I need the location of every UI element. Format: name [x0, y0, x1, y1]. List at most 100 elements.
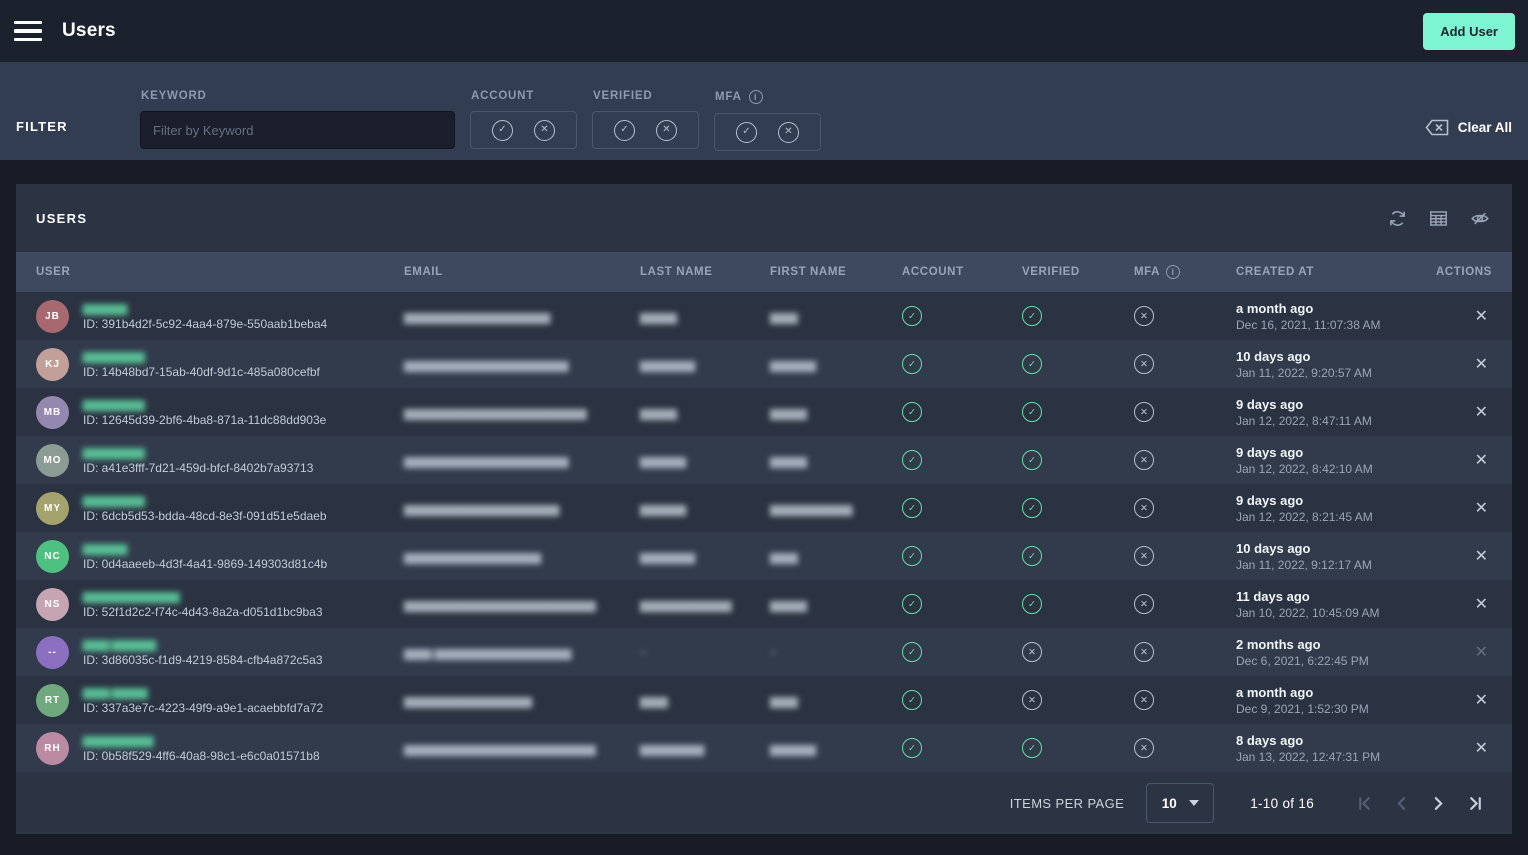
filter-section-label: FILTER	[16, 119, 140, 134]
next-page-button[interactable]	[1430, 795, 1447, 812]
account-status-icon	[902, 738, 922, 758]
user-id: ID: 391b4d2f-5c92-4aa4-879e-550aab1beba4	[83, 317, 327, 331]
avatar: MY	[36, 492, 69, 525]
delete-user-button[interactable]	[1473, 594, 1490, 614]
chevron-right-icon	[1430, 795, 1447, 812]
column-header-actions: ACTIONS	[1436, 266, 1514, 278]
items-per-page-select[interactable]: 10	[1146, 783, 1214, 823]
created-date: Jan 12, 2022, 8:42:10 AM	[1236, 462, 1436, 476]
hide-columns-button[interactable]	[1470, 209, 1490, 228]
avatar: KJ	[36, 348, 69, 381]
user-id: ID: 337a3e7c-4223-49f9-a9e1-acaebbfd7a72	[83, 701, 323, 715]
table-row: KJ ▆▆▆▆▆▆▆ID: 14b48bd7-15ab-40df-9d1c-48…	[16, 340, 1512, 388]
filter-bar: FILTER KEYWORD ACCOUNT VERIFIED MFA i	[0, 62, 1528, 160]
verified-filter-group: VERIFIED	[592, 62, 699, 149]
user-name-link[interactable]: ▆▆▆▆▆▆▆	[83, 397, 144, 411]
user-name-link[interactable]: ▆▆▆▆▆▆▆▆▆▆▆	[83, 589, 179, 603]
user-name-link[interactable]: ▆▆▆▆▆	[83, 301, 127, 315]
top-bar: Users Add User	[0, 0, 1528, 62]
user-last-name: ▆▆▆▆▆▆▆	[640, 741, 770, 756]
menu-icon[interactable]	[14, 21, 42, 41]
check-circle-icon	[614, 120, 635, 141]
table-icon	[1429, 209, 1448, 228]
mfa-filter-yes-button[interactable]	[736, 122, 757, 143]
created-relative: 9 days ago	[1236, 445, 1436, 460]
verified-status-icon	[1022, 354, 1042, 374]
user-id: ID: 0b58f529-4ff6-40a8-98c1-e6c0a01571b8	[83, 749, 320, 763]
user-email: ▆▆▆▆▆▆▆▆▆▆▆▆▆▆▆▆	[404, 309, 640, 324]
verified-filter-no-button[interactable]	[656, 120, 677, 141]
previous-page-button[interactable]	[1393, 795, 1410, 812]
user-first-name: ▆▆▆▆▆▆▆▆▆	[770, 501, 902, 516]
user-last-name: ▆▆▆	[640, 693, 770, 708]
clear-all-button[interactable]: Clear All	[1425, 119, 1512, 136]
user-name-link[interactable]: ▆▆▆▆▆▆▆	[83, 349, 144, 363]
account-filter-toggle	[470, 111, 577, 149]
keyword-filter-group: KEYWORD	[140, 62, 455, 149]
created-relative: a month ago	[1236, 301, 1436, 316]
mfa-info-icon[interactable]: i	[1166, 265, 1180, 279]
mfa-status-icon	[1134, 306, 1154, 326]
user-email: ▆▆▆▆▆▆▆▆▆▆▆▆▆▆▆▆▆▆	[404, 357, 640, 372]
user-name-link[interactable]: ▆▆▆ ▆▆▆▆▆	[83, 637, 156, 651]
info-icon[interactable]: i	[749, 90, 763, 104]
mfa-filter-no-button[interactable]	[778, 122, 799, 143]
created-relative: a month ago	[1236, 685, 1436, 700]
user-name-link[interactable]: ▆▆▆▆▆	[83, 541, 127, 555]
mfa-status-icon	[1134, 690, 1154, 710]
last-page-button[interactable]	[1467, 795, 1484, 812]
user-last-name: ▆▆▆▆▆	[640, 501, 770, 516]
user-id: ID: a41e3fff-7d21-459d-bfcf-8402b7a93713	[83, 461, 313, 475]
delete-user-button[interactable]	[1473, 546, 1490, 566]
user-id: ID: 3d86035c-f1d9-4219-8584-cfb4a872c5a3	[83, 653, 323, 667]
clear-all-label: Clear All	[1458, 120, 1512, 135]
delete-user-button[interactable]	[1473, 738, 1490, 758]
user-last-name: ▆▆▆▆▆	[640, 453, 770, 468]
created-relative: 10 days ago	[1236, 349, 1436, 364]
verified-filter-label: VERIFIED	[593, 90, 699, 102]
user-last-name: ▆▆▆▆▆▆▆▆▆▆	[640, 597, 770, 612]
delete-user-button[interactable]	[1473, 690, 1490, 710]
user-name-link[interactable]: ▆▆▆▆▆▆▆	[83, 445, 144, 459]
account-filter-yes-button[interactable]	[492, 120, 513, 141]
keyword-input[interactable]	[140, 111, 455, 149]
table-row: MO ▆▆▆▆▆▆▆ID: a41e3fff-7d21-459d-bfcf-84…	[16, 436, 1512, 484]
verified-status-icon	[1022, 498, 1042, 518]
created-date: Dec 9, 2021, 1:52:30 PM	[1236, 702, 1436, 716]
user-first-name: ▆▆▆▆	[770, 405, 902, 420]
account-filter-group: ACCOUNT	[470, 62, 577, 149]
avatar: NS	[36, 588, 69, 621]
delete-user-button[interactable]	[1473, 402, 1490, 422]
first-page-button[interactable]	[1356, 795, 1373, 812]
created-date: Jan 10, 2022, 10:45:09 AM	[1236, 606, 1436, 620]
user-name-link[interactable]: ▆▆▆▆▆▆▆▆	[83, 733, 153, 747]
delete-user-button[interactable]	[1473, 354, 1490, 374]
column-header-user: USER	[36, 266, 404, 278]
user-name-link[interactable]: ▆▆▆▆▆▆▆	[83, 493, 144, 507]
created-relative: 9 days ago	[1236, 397, 1436, 412]
account-status-icon	[902, 498, 922, 518]
items-per-page-label: ITEMS PER PAGE	[1010, 796, 1124, 811]
verified-filter-yes-button[interactable]	[614, 120, 635, 141]
created-date: Jan 12, 2022, 8:21:45 AM	[1236, 510, 1436, 524]
delete-user-button[interactable]	[1473, 498, 1490, 518]
delete-user-button[interactable]	[1473, 642, 1490, 662]
user-name-link[interactable]: ▆▆▆ ▆▆▆▆	[83, 685, 147, 699]
delete-user-button[interactable]	[1473, 450, 1490, 470]
delete-user-button[interactable]	[1473, 306, 1490, 326]
add-user-button[interactable]: Add User	[1423, 13, 1515, 50]
account-status-icon	[902, 690, 922, 710]
verified-status-icon	[1022, 402, 1042, 422]
table-header-row: USER EMAIL LAST NAME FIRST NAME ACCOUNT …	[16, 252, 1512, 292]
user-email: ▆▆▆▆▆▆▆▆▆▆▆▆▆▆▆	[404, 549, 640, 564]
users-panel-header: USERS	[16, 184, 1512, 252]
refresh-button[interactable]	[1388, 209, 1407, 228]
table-view-button[interactable]	[1429, 209, 1448, 228]
mfa-filter-label: MFA	[715, 91, 742, 103]
user-last-name: ▆▆▆▆	[640, 405, 770, 420]
verified-status-icon	[1022, 594, 1042, 614]
account-filter-no-button[interactable]	[534, 120, 555, 141]
keyword-label: KEYWORD	[141, 90, 455, 102]
verified-status-icon	[1022, 642, 1042, 662]
mfa-status-icon	[1134, 546, 1154, 566]
